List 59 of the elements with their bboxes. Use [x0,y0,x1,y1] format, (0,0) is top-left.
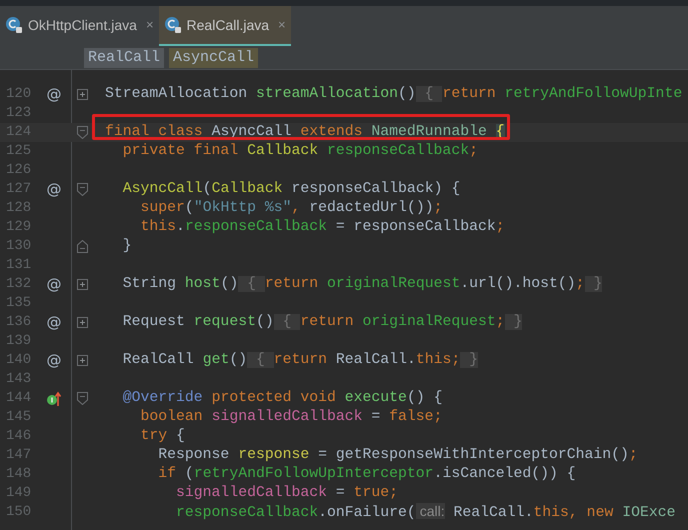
code-line: Request request() { return originalRequest; } [122,314,522,330]
class-icon [5,16,23,34]
code-line: RealCall get() { return RealCall.this; } [122,352,478,368]
line-number: 123 [5,104,32,123]
line-number: 127 [5,180,32,199]
code-line: signalledCallback = true; [175,485,398,502]
line-number: 129 [5,218,32,237]
class-icon [164,16,182,34]
line-number: 139 [5,332,32,351]
code-line: String host() { return originalRequest.url().host(); } [122,276,602,292]
line-number: 130 [5,237,32,256]
code-line: responseCallback.onFailure( call: RealCall.this, new IOExce [175,504,676,521]
collapse-icon[interactable] [77,126,88,139]
code-line: super("OkHttp %s", redactedUrl()); [140,200,442,216]
line-number: 125 [5,142,32,161]
override-marker[interactable]: @ [46,349,62,372]
line-number: 147 [5,446,32,465]
line-number: 132 [5,275,32,294]
collapse-icon[interactable] [77,240,88,253]
line-number: 143 [5,370,32,389]
code-line: Response response = getResponseWithInterceptorChain(); [157,447,638,464]
breadcrumb[interactable]: RealCall [84,48,164,68]
line-number: 140 [5,351,32,370]
override-marker[interactable]: @ [46,311,62,334]
collapse-icon[interactable] [77,392,88,405]
expand-icon[interactable] [77,279,88,290]
collapse-icon[interactable] [77,183,88,196]
implements-icon[interactable] [46,390,62,406]
editor-tab[interactable]: RealCall.java × [158,6,291,46]
line-number: 128 [5,199,32,218]
override-marker[interactable]: @ [46,273,62,296]
editor-tab[interactable]: OkHttpClient.java × [0,6,159,46]
line-number: 126 [5,161,32,180]
breadcrumb[interactable]: AsyncCall [169,48,258,68]
line-number: 149 [5,484,32,503]
close-icon[interactable]: × [146,15,154,35]
override-marker[interactable]: @ [46,83,62,106]
expand-icon[interactable] [77,317,88,328]
expand-icon[interactable] [77,355,88,366]
expand-icon[interactable] [77,89,88,100]
code-line: private final Callback responseCallback; [122,143,478,160]
line-number: 144 [5,389,32,408]
line-number: 120 [5,85,32,104]
code-line: StreamAllocation streamAllocation() { return retryAndFollowUpInte [105,86,682,102]
line-number: 135 [5,294,32,313]
line-number: 136 [5,313,32,332]
line-number: 145 [5,408,32,427]
code-line: AsyncCall(Callback responseCallback) { [122,181,460,198]
code-line: this.responseCallback = responseCallback; [140,219,505,236]
line-number: 131 [5,256,32,275]
code-line: try { [140,428,185,444]
line-number: 148 [5,465,32,484]
code-line: if (retryAndFollowUpInterceptor.isCanceled()) { [157,466,576,482]
line-number: 146 [5,427,32,446]
code-line: } [122,238,132,254]
override-marker[interactable]: @ [46,178,62,201]
code-line: @Override protected void execute() { [122,390,442,406]
line-number: 150 [5,503,32,522]
code-line: boolean signalledCallback = false; [140,409,442,426]
